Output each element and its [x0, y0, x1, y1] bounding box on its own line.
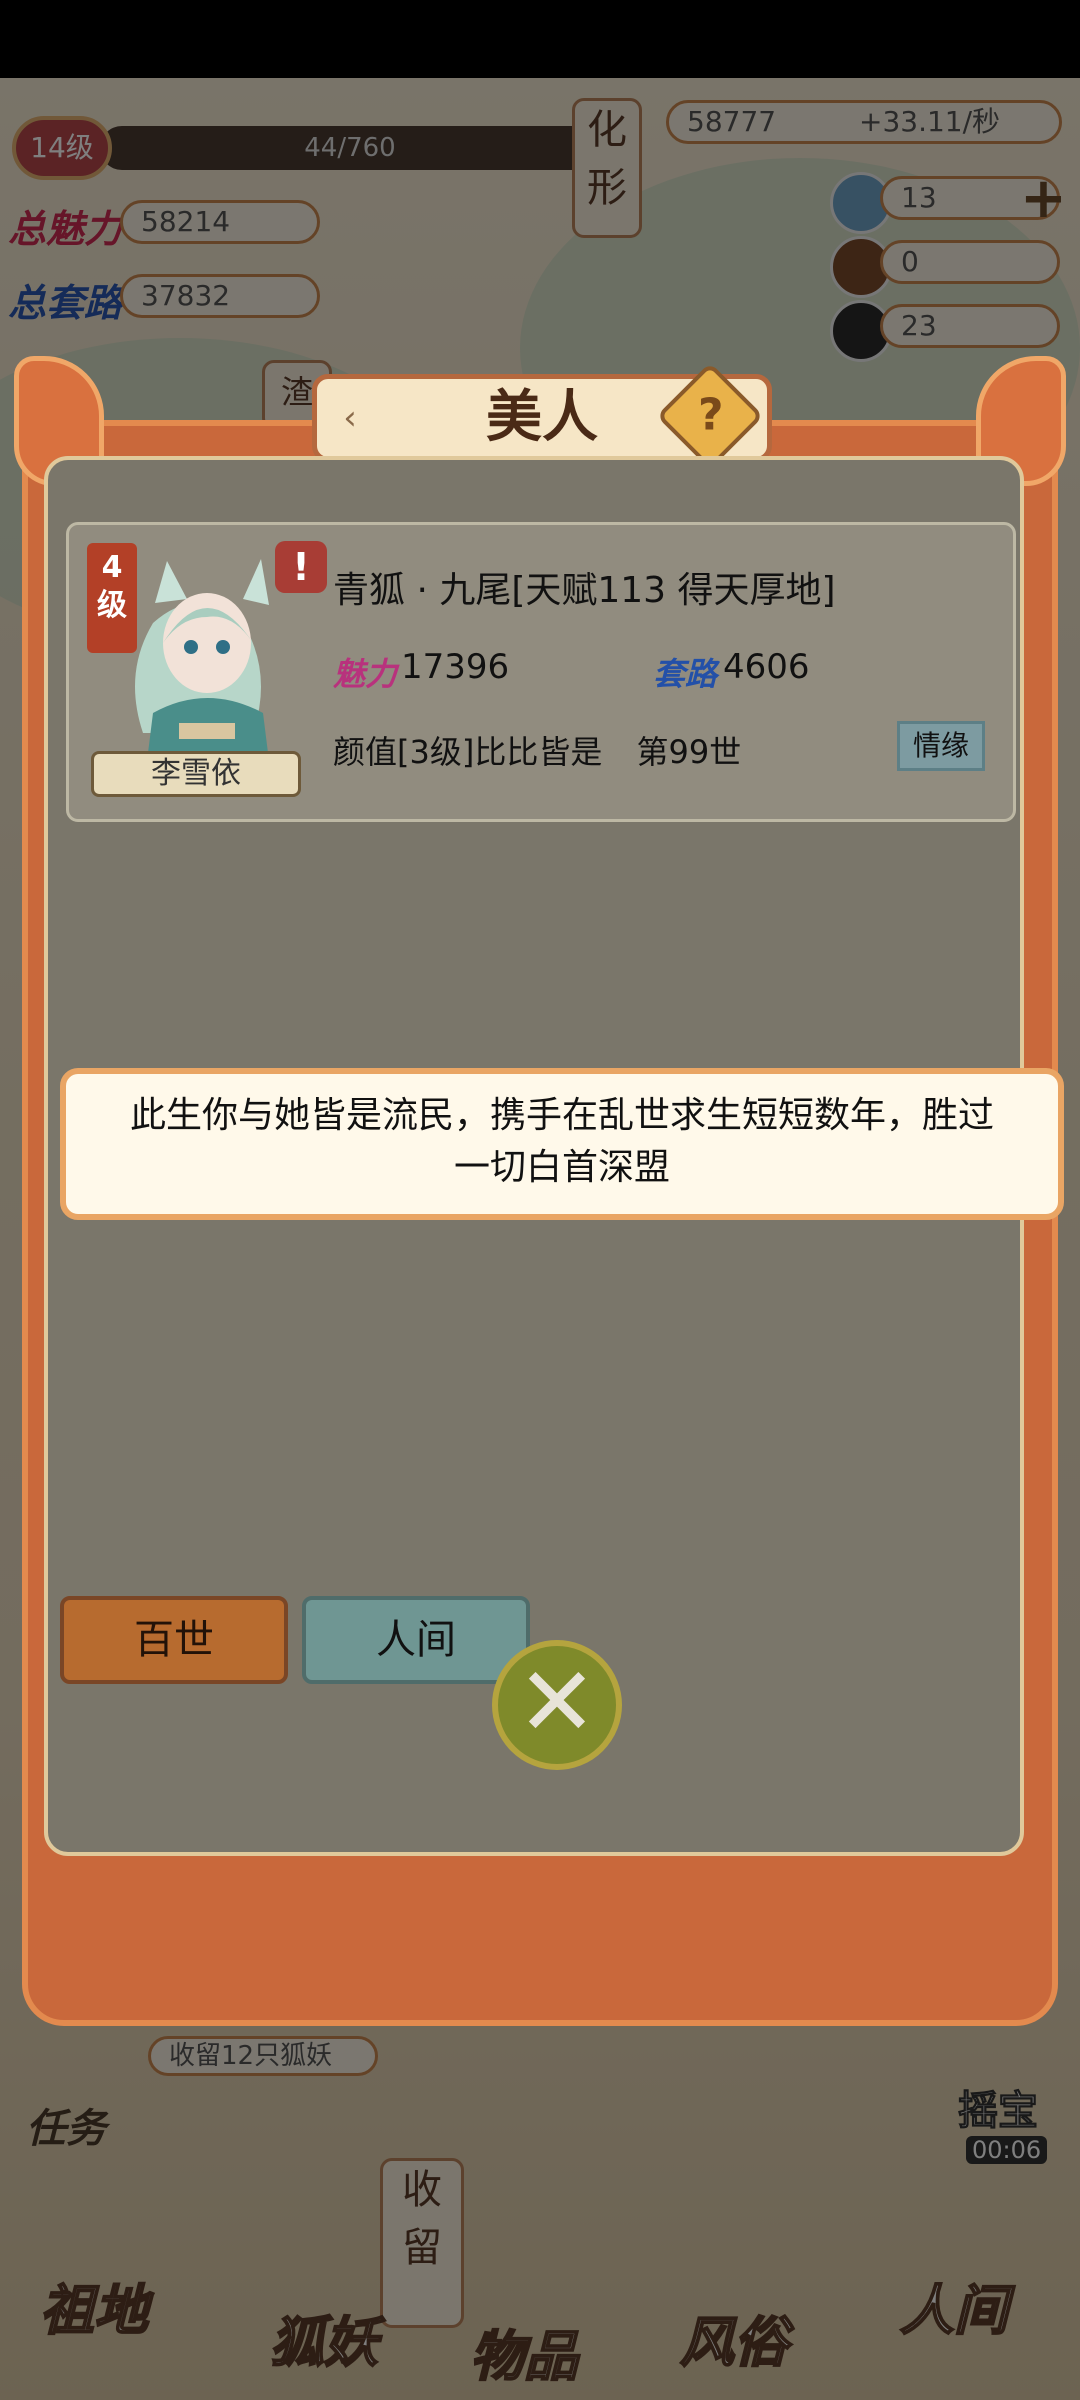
- title-arrow-left-icon: ‹: [343, 398, 357, 438]
- tricks-icon: 套路: [653, 655, 718, 693]
- charm-value: 17396: [401, 647, 510, 687]
- character-level-number: 4: [101, 550, 123, 585]
- story-line-2: 一切白首深盟: [453, 1147, 670, 1188]
- warning-icon[interactable]: !: [275, 541, 327, 593]
- tricks-value: 4606: [723, 647, 810, 687]
- fate-button[interactable]: 情缘: [897, 721, 985, 771]
- story-line-1: 此生你与她皆是流民，携手在乱世求生短短数年，胜过: [129, 1095, 994, 1136]
- character-level-unit: 级: [97, 588, 127, 623]
- tab-hundred-lives[interactable]: 百世: [60, 1596, 288, 1684]
- character-title: 青狐 · 九尾[天赋113 得天厚地]: [333, 570, 836, 611]
- question-icon: ?: [697, 389, 724, 441]
- character-card[interactable]: 4 级 ! 李雪依 青狐 · 九尾[天赋113 得天厚地] 魅力 17396 套…: [66, 522, 1016, 822]
- close-button[interactable]: ✕: [492, 1640, 622, 1770]
- charm-icon: 魅力: [333, 655, 398, 693]
- life-number: 第99世: [636, 733, 742, 771]
- character-details: 颜值[3级]比比皆是 第99世: [333, 727, 741, 773]
- story-message: 此生你与她皆是流民，携手在乱世求生短短数年，胜过 一切白首深盟: [60, 1068, 1064, 1220]
- character-name: 李雪依: [91, 751, 301, 797]
- tab-human-world[interactable]: 人间: [302, 1596, 530, 1684]
- beauty-dialog: 美人 ‹ › ? 4 级 ! 李雪依 青狐 · 九尾[天赋113 得天: [14, 356, 1066, 2026]
- close-icon: ✕: [516, 1646, 598, 1758]
- status-bar: [0, 0, 1080, 78]
- looks-rating: 颜值[3级]比比皆是: [333, 733, 603, 771]
- character-level-badge: 4 级: [87, 543, 137, 653]
